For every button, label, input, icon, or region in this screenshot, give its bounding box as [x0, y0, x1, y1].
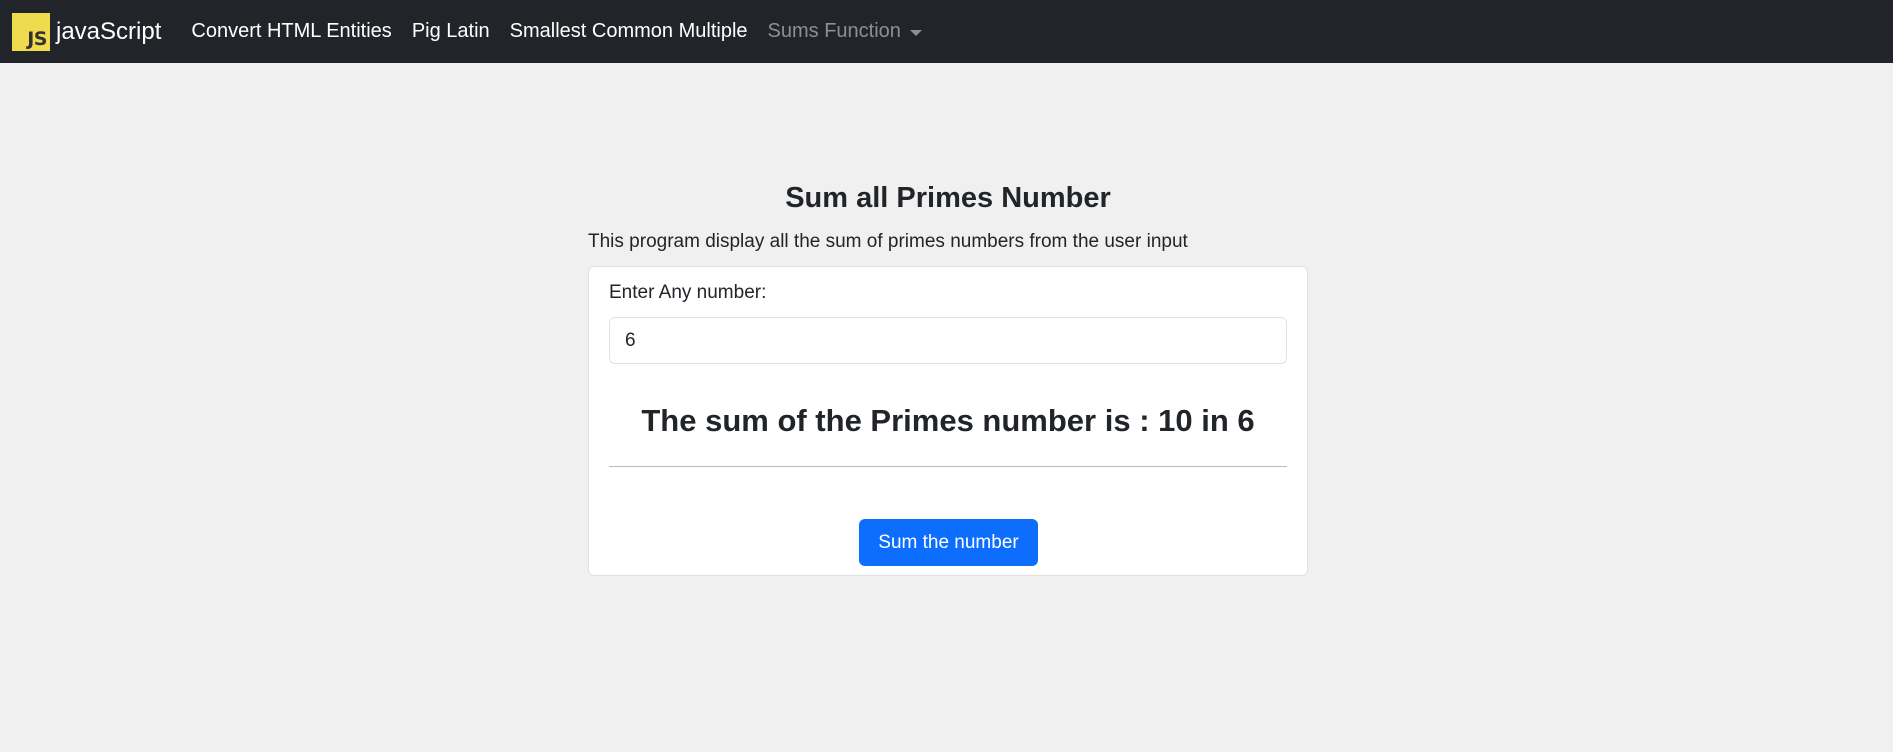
number-input[interactable] [609, 317, 1287, 364]
top-navbar: JS javaScript Convert HTML Entities Pig … [0, 0, 1893, 63]
brand-name: javaScript [56, 17, 162, 45]
nav-link-convert-html-entities[interactable]: Convert HTML Entities [191, 20, 391, 43]
sum-the-number-button[interactable]: Sum the number [859, 519, 1038, 566]
page-title: Sum all Primes Number [785, 182, 1111, 214]
caret-down-icon [909, 29, 922, 36]
javascript-logo-icon: JS [12, 12, 50, 51]
nav-link-smallest-common-multiple[interactable]: Smallest Common Multiple [510, 20, 748, 43]
page-description: This program display all the sum of prim… [588, 231, 1188, 252]
brand-link[interactable]: JS javaScript [12, 12, 162, 51]
number-input-label: Enter Any number: [609, 282, 767, 303]
main-content: Sum all Primes Number This program displ… [588, 180, 1308, 576]
sum-primes-card: Enter Any number: The sum of the Primes … [588, 266, 1308, 576]
nav-link-pig-latin[interactable]: Pig Latin [412, 20, 490, 43]
nav-dropdown-sums-function[interactable]: Sums Function [768, 20, 922, 43]
nav-dropdown-label: Sums Function [767, 20, 901, 42]
divider [609, 466, 1287, 467]
result-text: The sum of the Primes number is : 10 in … [641, 403, 1255, 438]
nav-links: Convert HTML Entities Pig Latin Smallest… [191, 20, 942, 43]
